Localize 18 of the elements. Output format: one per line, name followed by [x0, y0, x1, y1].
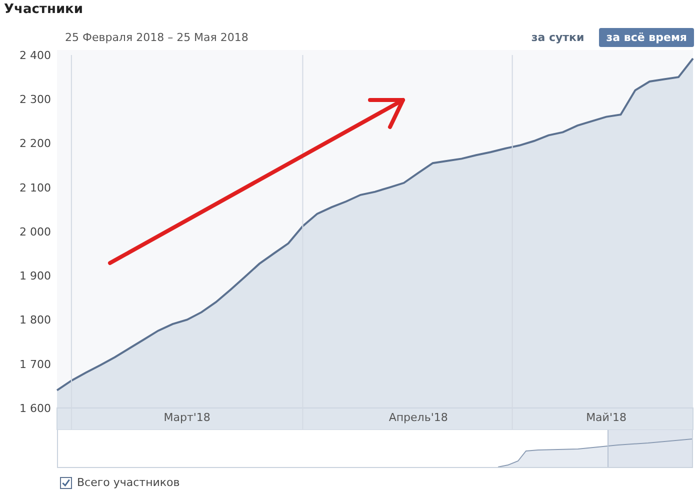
- date-range[interactable]: 25 Февраля 2018 – 25 Мая 2018: [65, 30, 248, 44]
- section-title: Участники: [3, 1, 84, 19]
- axis-label: 1 900: [20, 270, 51, 283]
- axis-label: 1 600: [20, 402, 51, 415]
- period-tab[interactable]: за всё время: [599, 28, 694, 46]
- axis-label: 1 700: [20, 358, 51, 371]
- axis-label: Апрель'18: [388, 411, 448, 424]
- axis-label: Март'18: [164, 411, 210, 424]
- period-tab[interactable]: за сутки: [524, 28, 592, 46]
- axis-label: Май'18: [586, 411, 626, 424]
- axis-label: 2 300: [20, 93, 51, 106]
- axis-label: 2 400: [20, 50, 51, 62]
- checkbox[interactable]: [60, 476, 72, 488]
- axis-label: 2 000: [20, 225, 51, 238]
- axis-label: 2 200: [20, 137, 51, 150]
- axis-label: 1 800: [20, 314, 51, 327]
- axis-label: 2 100: [20, 181, 51, 194]
- legend-label: Всего участников: [77, 476, 180, 489]
